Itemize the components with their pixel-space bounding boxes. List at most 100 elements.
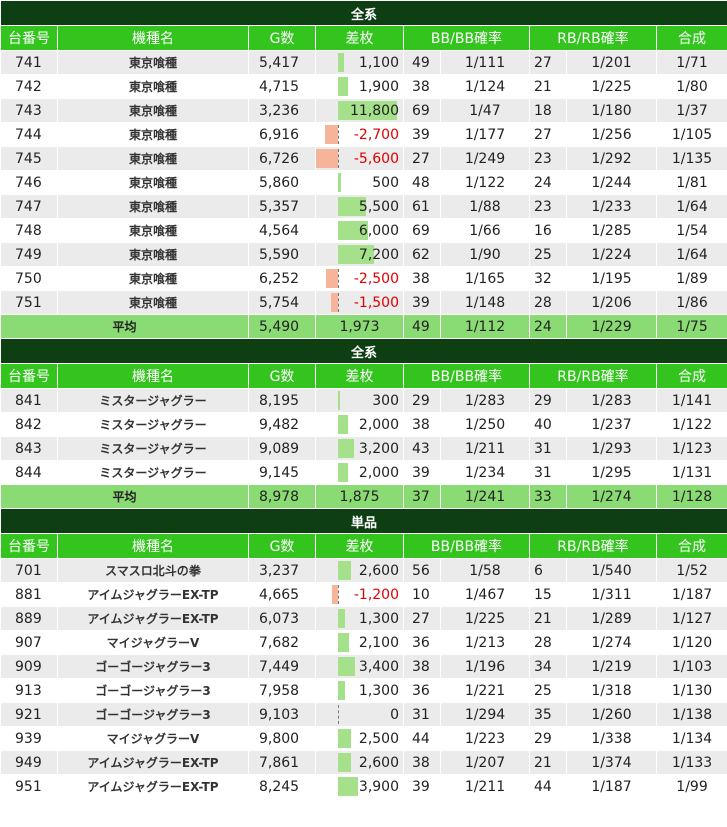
- total-rate: 1/89: [655, 266, 727, 291]
- game-count: 5,357: [248, 194, 316, 219]
- diff-cell: -2,700: [315, 122, 404, 147]
- zero-line: [338, 585, 339, 604]
- machine-number: 742: [0, 74, 58, 99]
- diff-cell: 1,900: [315, 74, 404, 99]
- machine-number: 750: [0, 266, 58, 291]
- table-row: 951 アイムジャグラーEX-TP 8,245 3,900 39 1/211 44 1/187…: [0, 774, 727, 799]
- average-bb-rate: 1/241: [440, 484, 530, 509]
- bb-count: 36: [403, 678, 441, 703]
- game-count: 7,449: [248, 654, 316, 679]
- rb-rate: 1/201: [566, 50, 657, 75]
- rb-rate: 1/260: [566, 702, 657, 727]
- rb-count: 31: [529, 460, 567, 485]
- table-row: 913 ゴーゴージャグラー3 7,958 1,300 36 1/221 25 1/318 1/1…: [0, 678, 727, 703]
- diff-cell: 3,400: [315, 654, 404, 679]
- machine-number: 748: [0, 218, 58, 243]
- rb-rate: 1/318: [566, 678, 657, 703]
- diff-value: 300: [372, 392, 399, 409]
- table-row: 889 アイムジャグラーEX-TP 6,073 1,300 27 1/225 21 1/289…: [0, 606, 727, 631]
- diff-cell: -2,500: [315, 266, 404, 291]
- total-rate: 1/99: [655, 774, 727, 799]
- section-title-row: 全系: [0, 338, 727, 364]
- diff-cell: 500: [315, 170, 404, 195]
- bb-count: 38: [403, 74, 441, 99]
- game-count: 6,916: [248, 122, 316, 147]
- diff-value: 5,500: [358, 198, 399, 215]
- machine-number: 921: [0, 702, 58, 727]
- bb-count: 29: [403, 388, 441, 413]
- table-body: 全系 台番号 機種名 G数 差枚 BB/BB確率 RB/RB確率 合成 741 東京喰種 5,417…: [0, 0, 727, 799]
- average-diff: 1,875: [315, 484, 404, 509]
- diff-cell: 3,900: [315, 774, 404, 799]
- diff-bar: [324, 125, 338, 144]
- game-count: 7,958: [248, 678, 316, 703]
- total-rate: 1/134: [655, 726, 727, 751]
- game-count: 7,861: [248, 750, 316, 775]
- diff-bar: [325, 269, 338, 288]
- machine-name: 東京喰種: [57, 74, 249, 99]
- diff-value: -2,500: [353, 270, 399, 287]
- total-rate: 1/133: [655, 750, 727, 775]
- rb-count: 25: [529, 242, 567, 267]
- header-games: G数: [248, 533, 316, 559]
- table-row: 949 アイムジャグラーEX-TP 7,861 2,600 38 1/207 21 1/374…: [0, 750, 727, 775]
- machine-name: ミスタージャグラー: [57, 388, 249, 413]
- bb-rate: 1/122: [440, 170, 530, 195]
- diff-bar: [338, 77, 348, 96]
- column-header-row: 台番号 機種名 G数 差枚 BB/BB確率 RB/RB確率 合成: [0, 25, 727, 51]
- diff-cell: 3,200: [315, 436, 404, 461]
- table-row: 747 東京喰種 5,357 5,500 61 1/88 23 1/233 1/64: [0, 194, 727, 219]
- machine-number: 939: [0, 726, 58, 751]
- total-rate: 1/123: [655, 436, 727, 461]
- diff-value: -5,600: [353, 150, 399, 167]
- game-count: 5,860: [248, 170, 316, 195]
- bb-rate: 1/250: [440, 412, 530, 437]
- diff-cell: 2,600: [315, 750, 404, 775]
- average-rb: 33: [529, 484, 567, 509]
- table-row: 742 東京喰種 4,715 1,900 38 1/124 21 1/225 1/80: [0, 74, 727, 99]
- column-header-row: 台番号 機種名 G数 差枚 BB/BB確率 RB/RB確率 合成: [0, 533, 727, 559]
- table-row: 743 東京喰種 3,236 11,800 69 1/47 18 1/180 1/37: [0, 98, 727, 123]
- diff-cell: 7,200: [315, 242, 404, 267]
- header-total: 合成: [655, 363, 727, 389]
- table-row: 921 ゴーゴージャグラー3 9,103 0 31 1/294 35 1/260 1/138: [0, 702, 727, 727]
- bb-rate: 1/124: [440, 74, 530, 99]
- total-rate: 1/52: [655, 558, 727, 583]
- rb-rate: 1/283: [566, 388, 657, 413]
- table-row: 844 ミスタージャグラー 9,145 2,000 39 1/234 31 1/295 1/13…: [0, 460, 727, 485]
- bb-count: 44: [403, 726, 441, 751]
- bb-count: 27: [403, 606, 441, 631]
- diff-value: 1,300: [358, 682, 399, 699]
- total-rate: 1/135: [655, 146, 727, 171]
- diff-cell: 1,100: [315, 50, 404, 75]
- rb-count: 23: [529, 194, 567, 219]
- machine-name: アイムジャグラーEX-TP: [57, 750, 249, 775]
- rb-count: 25: [529, 678, 567, 703]
- table-row: 842 ミスタージャグラー 9,482 2,000 38 1/250 40 1/237 1/12…: [0, 412, 727, 437]
- table-row: 748 東京喰種 4,564 6,000 69 1/66 16 1/285 1/54: [0, 218, 727, 243]
- rb-rate: 1/289: [566, 606, 657, 631]
- average-label: 平均: [0, 314, 249, 339]
- game-count: 8,245: [248, 774, 316, 799]
- diff-bar: [330, 293, 338, 312]
- diff-bar: [338, 439, 354, 458]
- diff-bar: [338, 777, 358, 796]
- header-bb: BB/BB確率: [403, 363, 530, 389]
- machine-name: ミスタージャグラー: [57, 436, 249, 461]
- diff-bar: [338, 415, 348, 434]
- total-rate: 1/37: [655, 98, 727, 123]
- rb-rate: 1/187: [566, 774, 657, 799]
- diff-bar: [338, 391, 340, 410]
- bb-count: 27: [403, 146, 441, 171]
- header-games: G数: [248, 363, 316, 389]
- bb-rate: 1/294: [440, 702, 530, 727]
- bb-rate: 1/58: [440, 558, 530, 583]
- bb-rate: 1/221: [440, 678, 530, 703]
- section-title: 全系: [0, 338, 727, 364]
- machine-name: ゴーゴージャグラー3: [57, 654, 249, 679]
- bb-count: 39: [403, 460, 441, 485]
- table-row: 744 東京喰種 6,916 -2,700 39 1/177 27 1/256 1/105: [0, 122, 727, 147]
- bb-rate: 1/207: [440, 750, 530, 775]
- diff-value: 1,300: [358, 610, 399, 627]
- diff-cell: 1,300: [315, 678, 404, 703]
